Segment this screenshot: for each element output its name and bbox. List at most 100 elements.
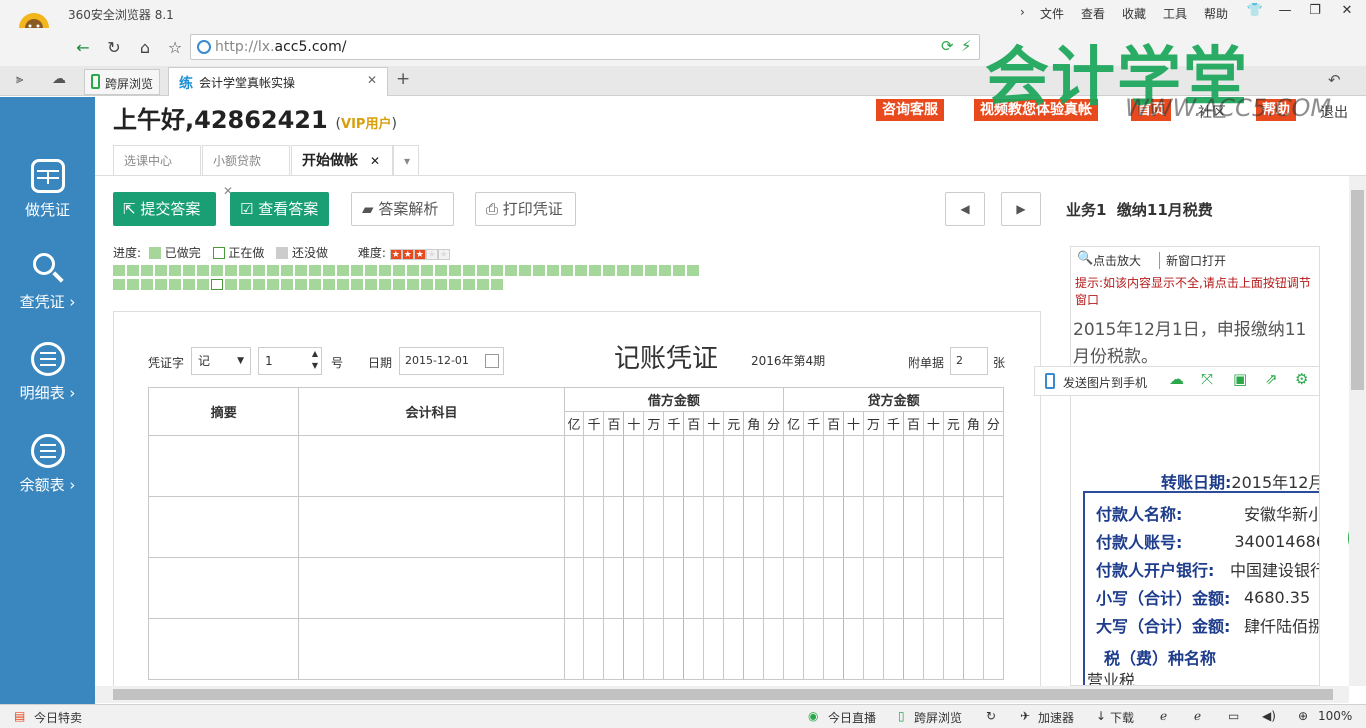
credit-digit-cell[interactable]	[922, 496, 944, 558]
progress-cell-done[interactable]	[225, 265, 237, 276]
debit-digit-cell[interactable]	[683, 496, 705, 558]
debit-digit-cell[interactable]	[623, 618, 645, 680]
progress-cell-done[interactable]	[407, 265, 419, 276]
status-download[interactable]: 下载	[1110, 709, 1134, 726]
account-cell[interactable]	[298, 557, 565, 619]
menu-view[interactable]: 查看	[1081, 5, 1105, 22]
debit-digit-cell[interactable]	[723, 618, 745, 680]
status-today-sale[interactable]: 今日特卖	[34, 709, 82, 726]
voucher-attach-field[interactable]: 2	[950, 347, 988, 375]
mode-icon[interactable]: ℯ	[1194, 709, 1201, 723]
cleanup-icon[interactable]: ↻	[986, 709, 996, 723]
progress-cell-done[interactable]	[309, 279, 321, 290]
credit-digit-cell[interactable]	[942, 496, 964, 558]
progress-cell-done[interactable]	[561, 265, 573, 276]
status-zoom[interactable]: 100%	[1318, 709, 1352, 723]
tab-close-icon[interactable]: ✕	[370, 154, 380, 168]
progress-cell-done[interactable]	[225, 279, 237, 290]
progress-cell-done[interactable]	[141, 265, 153, 276]
progress-cell-done[interactable]	[631, 265, 643, 276]
debit-digit-cell[interactable]	[663, 557, 685, 619]
debit-digit-cell[interactable]	[643, 557, 665, 619]
debit-digit-cell[interactable]	[583, 496, 605, 558]
progress-cell-done[interactable]	[113, 279, 125, 290]
volume-icon[interactable]: ◀)	[1262, 709, 1276, 723]
progress-cell-done[interactable]	[239, 279, 251, 290]
zoom-link[interactable]: 点击放大	[1093, 252, 1141, 269]
progress-cell-done[interactable]	[477, 265, 489, 276]
credit-digit-cell[interactable]	[823, 496, 845, 558]
debit-digit-cell[interactable]	[643, 435, 665, 497]
debit-digit-cell[interactable]	[583, 435, 605, 497]
credit-digit-cell[interactable]	[982, 557, 1005, 619]
consult-service-link[interactable]: 咨询客服	[876, 99, 944, 121]
progress-cell-done[interactable]	[169, 279, 181, 290]
debit-digit-cell[interactable]	[603, 618, 625, 680]
print-voucher-button[interactable]: ⎙ 打印凭证	[475, 192, 576, 226]
progress-cell-done[interactable]	[295, 279, 307, 290]
debit-digit-cell[interactable]	[763, 557, 785, 619]
progress-cell-done[interactable]	[603, 265, 615, 276]
debit-digit-cell[interactable]	[703, 496, 725, 558]
debit-digit-cell[interactable]	[683, 618, 705, 680]
credit-digit-cell[interactable]	[982, 618, 1005, 680]
minimize-icon[interactable]: —	[1270, 0, 1300, 22]
debit-digit-cell[interactable]	[623, 435, 645, 497]
sidebar-item-detail[interactable]: 明细表 ›	[0, 342, 95, 403]
debit-digit-cell[interactable]	[603, 435, 625, 497]
credit-digit-cell[interactable]	[803, 496, 825, 558]
progress-cell-done[interactable]	[337, 265, 349, 276]
progress-cell-done[interactable]	[155, 279, 167, 290]
debit-digit-cell[interactable]	[743, 496, 765, 558]
credit-digit-cell[interactable]	[863, 618, 884, 680]
credit-digit-cell[interactable]	[962, 496, 984, 558]
voucher-number-stepper[interactable]: 1 ▲ ▼	[258, 347, 322, 375]
credit-digit-cell[interactable]	[962, 618, 984, 680]
tab-active[interactable]: 练 会计学堂真帐实操 ✕	[168, 67, 388, 96]
progress-cell-done[interactable]	[519, 265, 531, 276]
save-icon[interactable]: ▣	[1233, 370, 1247, 388]
credit-digit-cell[interactable]	[902, 557, 924, 619]
summary-cell[interactable]	[147, 435, 300, 497]
debit-digit-cell[interactable]	[723, 435, 745, 497]
progress-cell-done[interactable]	[351, 265, 363, 276]
debit-digit-cell[interactable]	[703, 435, 725, 497]
debit-digit-cell[interactable]	[583, 618, 605, 680]
progress-cell-done[interactable]	[211, 265, 223, 276]
progress-cell-done[interactable]	[393, 265, 405, 276]
credit-digit-cell[interactable]	[783, 435, 805, 497]
progress-cell-done[interactable]	[491, 265, 503, 276]
debit-digit-cell[interactable]	[683, 435, 705, 497]
credit-digit-cell[interactable]	[783, 496, 805, 558]
credit-digit-cell[interactable]	[803, 618, 825, 680]
window-icon[interactable]: ▭	[1228, 709, 1239, 723]
tab-cross-screen[interactable]: 跨屏浏览	[84, 69, 160, 95]
credit-digit-cell[interactable]	[902, 435, 924, 497]
credit-digit-cell[interactable]	[883, 618, 904, 680]
account-cell[interactable]	[298, 496, 565, 558]
progress-cell-done[interactable]	[197, 265, 209, 276]
debit-digit-cell[interactable]	[623, 557, 645, 619]
credit-digit-cell[interactable]	[843, 618, 865, 680]
debit-digit-cell[interactable]	[663, 618, 685, 680]
credit-digit-cell[interactable]	[962, 435, 984, 497]
debit-digit-cell[interactable]	[683, 557, 705, 619]
expand-icon[interactable]: ⤧	[1201, 370, 1213, 388]
debit-digit-cell[interactable]	[663, 435, 685, 497]
maximize-icon[interactable]: ❐	[1300, 0, 1330, 22]
credit-digit-cell[interactable]	[942, 435, 964, 497]
progress-cell-done[interactable]	[589, 265, 601, 276]
credit-digit-cell[interactable]	[902, 496, 924, 558]
close-window-icon[interactable]: ✕	[1332, 0, 1362, 22]
progress-cell-done[interactable]	[575, 265, 587, 276]
credit-digit-cell[interactable]	[922, 557, 944, 619]
menu-favorites[interactable]: 收藏	[1122, 5, 1146, 22]
progress-cell-done[interactable]	[659, 265, 671, 276]
tab-small-loan[interactable]: 小额贷款✕	[202, 145, 290, 198]
progress-cell-done[interactable]	[169, 265, 181, 276]
debit-digit-cell[interactable]	[723, 496, 745, 558]
send-phone-button[interactable]: 发送图片到手机	[1063, 374, 1147, 391]
summary-cell[interactable]	[147, 496, 300, 558]
debit-digit-cell[interactable]	[763, 435, 785, 497]
credit-digit-cell[interactable]	[942, 557, 964, 619]
